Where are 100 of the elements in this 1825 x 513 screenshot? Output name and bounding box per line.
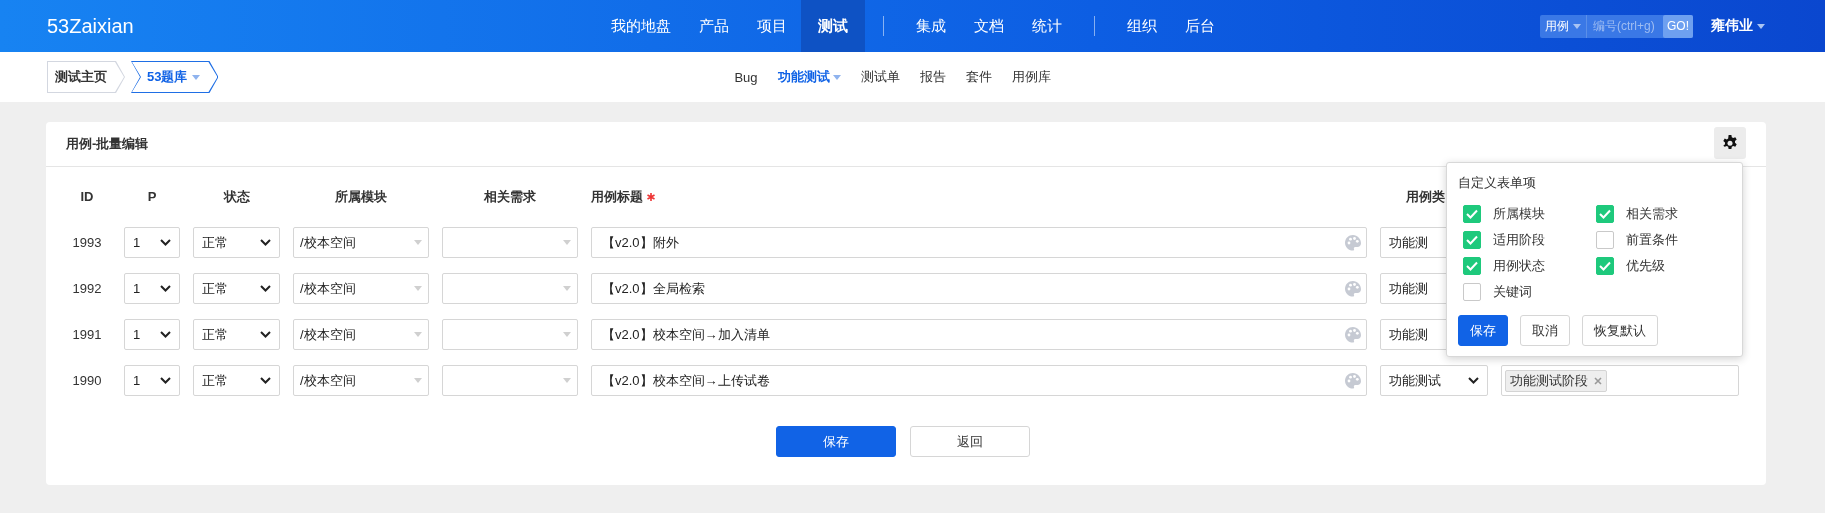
type-select[interactable]: 功能测试 [1380, 365, 1488, 396]
caret-down-icon [414, 286, 422, 291]
search-scope-dropdown[interactable]: 用例 [1540, 14, 1587, 38]
caret-down-icon [832, 74, 841, 80]
user-menu[interactable]: 雍伟业 [1711, 17, 1765, 35]
requirement-select[interactable] [442, 227, 578, 258]
subnav-item[interactable]: 功能测试 [767, 68, 851, 86]
nav-item[interactable]: 集成 [901, 0, 960, 52]
checkbox-label: 相关需求 [1626, 205, 1678, 223]
stage-tag: 功能测试阶段 [1505, 369, 1607, 392]
title-field[interactable]: 【v2.0】校本空间→上传试卷 [591, 365, 1367, 396]
check-icon [1599, 261, 1611, 271]
checkbox[interactable] [1463, 283, 1481, 301]
nav-item[interactable]: 组织 [1112, 0, 1171, 52]
checkbox[interactable] [1596, 205, 1614, 223]
column-header: ID [80, 189, 94, 204]
caret-down-icon [192, 74, 201, 80]
palette-icon [1344, 279, 1362, 298]
column-header: 用例标题 [591, 189, 643, 204]
subnav-item[interactable]: 测试单 [850, 68, 910, 86]
check-icon [1466, 235, 1478, 245]
requirement-select[interactable] [442, 365, 578, 396]
chevron-down-icon [260, 239, 271, 246]
subnav-item[interactable]: 报告 [909, 68, 956, 86]
column-header: P [147, 189, 157, 204]
subnav-item[interactable]: 用例库 [1001, 68, 1061, 86]
settings-button[interactable] [1714, 127, 1746, 159]
form-button[interactable]: 保存 [776, 426, 896, 457]
priority-select[interactable]: 1 [124, 273, 180, 304]
priority-select[interactable]: 1 [124, 319, 180, 350]
row-id: 1990 [71, 373, 103, 388]
form-button[interactable]: 返回 [910, 426, 1030, 457]
checkbox-label: 前置条件 [1626, 231, 1678, 249]
nav-item[interactable]: 测试 [800, 0, 865, 52]
caret-down-icon [414, 332, 422, 337]
palette-icon [1344, 371, 1362, 390]
popup-button[interactable]: 取消 [1520, 315, 1570, 346]
nav-item[interactable]: 后台 [1170, 0, 1229, 52]
popup-title: 自定义表单项 [1458, 174, 1537, 192]
module-select[interactable]: /校本空间 [293, 227, 429, 258]
caret-down-icon [563, 378, 571, 383]
status-select[interactable]: 正常 [193, 273, 280, 304]
chevron-down-icon [260, 331, 271, 338]
popup-button[interactable]: 保存 [1458, 315, 1508, 346]
module-select[interactable]: /校本空间 [293, 273, 429, 304]
palette-icon [1344, 233, 1362, 252]
breadcrumb-item[interactable]: 53题库 [131, 61, 219, 93]
requirement-select[interactable] [442, 273, 578, 304]
chevron-down-icon [160, 239, 171, 246]
breadcrumb-item[interactable]: 测试主页 [47, 61, 125, 93]
column-header: 相关需求 [484, 189, 536, 204]
palette-icon [1344, 325, 1362, 344]
app-logo: 53Zaixian [46, 14, 134, 38]
priority-select[interactable]: 1 [124, 227, 180, 258]
status-select[interactable]: 正常 [193, 365, 280, 396]
requirement-select[interactable] [442, 319, 578, 350]
nav-item[interactable]: 统计 [1017, 0, 1076, 52]
checkbox[interactable] [1463, 205, 1481, 223]
nav-item[interactable]: 产品 [684, 0, 743, 52]
subnav-item[interactable]: 套件 [955, 68, 1002, 86]
status-select[interactable]: 正常 [193, 227, 280, 258]
chevron-down-icon [1468, 377, 1479, 384]
nav-item[interactable]: 文档 [959, 0, 1018, 52]
priority-select[interactable]: 1 [124, 365, 180, 396]
column-header: 用例类 [1406, 189, 1445, 204]
popup-button[interactable]: 恢复默认 [1582, 315, 1658, 346]
checkbox[interactable] [1596, 257, 1614, 275]
checkbox[interactable] [1463, 257, 1481, 275]
check-icon [1466, 209, 1478, 219]
status-select[interactable]: 正常 [193, 319, 280, 350]
panel-title: 用例-批量编辑 [66, 135, 149, 153]
row-id: 1991 [71, 327, 103, 342]
nav-item[interactable]: 项目 [742, 0, 801, 52]
module-select[interactable]: /校本空间 [293, 365, 429, 396]
caret-down-icon [1573, 23, 1581, 29]
caret-down-icon [563, 332, 571, 337]
title-field[interactable]: 【v2.0】校本空间→加入清单 [591, 319, 1367, 350]
checkbox[interactable] [1596, 231, 1614, 249]
caret-down-icon [563, 286, 571, 291]
subnav-item[interactable]: Bug [724, 69, 768, 85]
row-id: 1993 [71, 235, 103, 250]
stage-field[interactable]: 功能测试阶段 [1501, 365, 1739, 396]
caret-down-icon [1757, 23, 1765, 29]
title-field[interactable]: 【v2.0】全局检索 [591, 273, 1367, 304]
column-header: 所属模块 [335, 189, 387, 204]
checkbox[interactable] [1463, 231, 1481, 249]
close-icon [1594, 376, 1602, 385]
chevron-down-icon [160, 285, 171, 292]
chevron-down-icon [260, 377, 271, 384]
title-field[interactable]: 【v2.0】附外 [591, 227, 1367, 258]
settings-icon [1722, 135, 1738, 151]
caret-down-icon [414, 378, 422, 383]
checkbox-label: 优先级 [1626, 257, 1665, 275]
chevron-down-icon [260, 285, 271, 292]
checkbox-label: 关键词 [1493, 283, 1532, 301]
checkbox-label: 用例状态 [1493, 257, 1545, 275]
checkbox-label: 所属模块 [1493, 205, 1545, 223]
caret-down-icon [414, 240, 422, 245]
module-select[interactable]: /校本空间 [293, 319, 429, 350]
nav-item[interactable]: 我的地盘 [596, 0, 685, 52]
